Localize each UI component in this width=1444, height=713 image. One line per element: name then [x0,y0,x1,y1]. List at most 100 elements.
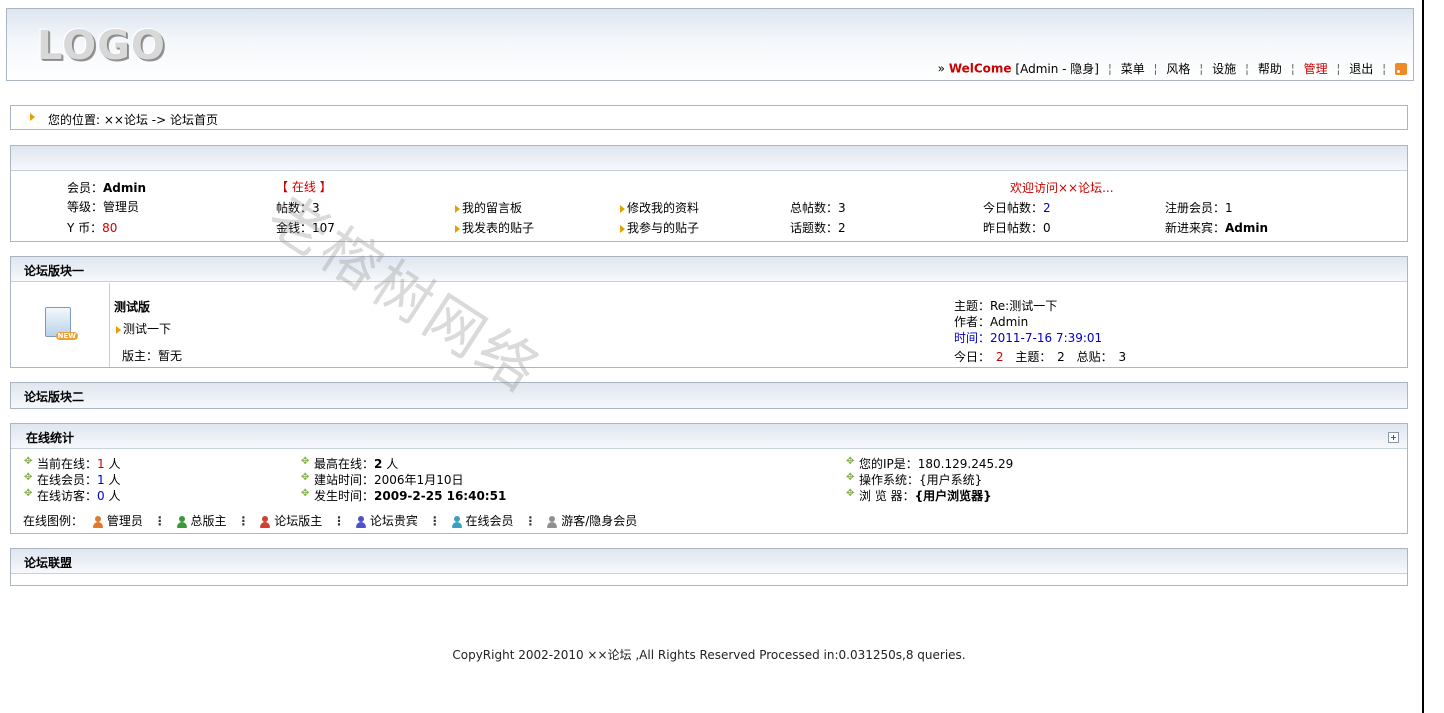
newest-guest-value[interactable]: Admin [1225,221,1268,235]
browser-label: 浏 览 器： [859,489,915,503]
alliance-title: 论坛联盟 [24,556,73,570]
legend-separator: ⋮ [333,514,346,528]
forum-counts-row: 今日： 2 主题： 2 总贴： 3 [954,348,1126,365]
guest-user-icon [547,515,558,528]
triangle-bullet-icon [30,113,35,121]
bullet-icon [24,456,33,469]
edit-profile-link[interactable]: 修改我的资料 [620,199,699,216]
yesterday-posts-value: 0 [1043,221,1051,235]
nav-arrow: » [937,61,945,76]
yesterday-posts-row: 昨日帖数：0 [983,219,1051,236]
forum-desc: 测试一下 [123,322,172,336]
member-label: 会员： [67,181,104,195]
user-ip: 您的IP是：180.129.245.29 [846,455,1014,472]
member-user-icon [451,515,462,528]
os-label: 操作系统： [859,473,920,487]
nav-separator: ¦ [1199,61,1204,76]
my-guestbook-link[interactable]: 我的留言板 [455,199,522,216]
forum-moderator: 版主：暂无 [122,349,183,363]
online-stats-header: 在线统计 [11,424,1407,449]
yesterday-posts-label: 昨日帖数： [983,221,1044,235]
super-moderator-user-icon [176,515,187,528]
triangle-bullet-icon [620,204,625,213]
legend-member: 在线会员 [465,514,514,528]
my-guestbook-label[interactable]: 我的留言板 [462,201,522,215]
reg-members-row: 注册会员：1 [1165,199,1233,216]
forum-block-2-title[interactable]: 论坛版块二 [24,388,84,405]
alliance-header: 论坛联盟 [11,549,1407,574]
nav-logout[interactable]: 退出 [1349,62,1373,76]
footer-copyright: CopyRight 2002-2010 ××论坛 ,All Rights Res… [452,648,966,662]
current-online: 当前在线：1 人 [24,455,121,472]
online-guests: 在线访客：0 人 [24,487,121,504]
nav-help[interactable]: 帮助 [1258,62,1282,76]
forum-block-1-header: 论坛版块一 [11,257,1407,282]
current-online-label: 当前在线： [37,457,98,471]
today-posts-value: 2 [1043,201,1051,215]
vip-user-icon [355,515,366,528]
ycoin-value: 80 [102,221,118,235]
legend-separator: ⋮ [428,514,441,528]
my-participated-link[interactable]: 我参与的贴子 [620,219,699,236]
max-online-label: 最高在线： [314,457,375,471]
last-time-label: 时间： [954,331,991,345]
legend-super-moderator: 总版主 [190,514,227,528]
rss-icon[interactable] [1395,62,1407,75]
posts-label: 帖数： [276,201,313,215]
level-row: 等级：管理员 [67,198,139,215]
site-logo[interactable]: LOGO [37,23,166,69]
unit-label: 人 [386,457,399,471]
max-online-value: 2 [374,457,383,471]
nav-separator: ¦ [1290,61,1295,76]
money-label: 金钱： [276,221,313,235]
current-online-value: 1 [97,457,105,471]
newest-guest-label: 新进来宾： [1165,221,1226,235]
bullet-icon [24,488,33,501]
site-date-label: 建站时间： [314,473,375,487]
topics-value: 2 [1057,350,1065,364]
forum-desc-row: 测试一下 [116,320,171,337]
ip-value: 180.129.245.29 [917,457,1014,471]
forum-icon-cell [11,283,110,367]
online-guests-value: 0 [97,489,105,503]
user-status[interactable]: [Admin - 隐身] [1015,62,1099,76]
user-os: 操作系统：{用户系统} [846,471,982,488]
topics-row: 话题数：2 [790,219,846,236]
site-date-value: 2006年1月10日 [374,473,464,487]
legend-moderator: 论坛版主 [274,514,323,528]
nav-menu[interactable]: 菜单 [1121,62,1145,76]
ycoin-label: Y 币： [67,221,103,235]
my-participated-label[interactable]: 我参与的贴子 [627,221,699,235]
breadcrumb-text[interactable]: 您的位置: ××论坛 -> 论坛首页 [48,111,218,128]
nav-separator: ¦ [1107,61,1112,76]
nav-facilities[interactable]: 设施 [1212,62,1236,76]
total-posts-value: 3 [838,201,846,215]
nav-style[interactable]: 风格 [1166,62,1190,76]
welcome-text: WelCome [948,61,1012,76]
last-topic[interactable]: 主题：Re:测试一下 [954,297,1057,314]
edit-profile-label[interactable]: 修改我的资料 [627,201,699,215]
member-name[interactable]: Admin [103,181,146,195]
today-posts-row: 今日帖数：2 [983,199,1051,216]
expand-plus-icon[interactable] [1388,432,1399,443]
my-posts-link[interactable]: 我发表的贴子 [455,219,534,236]
total-posts-row: 总帖数：3 [790,199,846,216]
nav-separator: ¦ [1336,61,1341,76]
posts-value: 3 [312,201,320,215]
unit-label: 人 [108,489,121,503]
forum-block-1-title[interactable]: 论坛版块一 [24,262,84,279]
legend-vip: 论坛贵宾 [369,514,418,528]
online-legend: 在线图例： 管理员 ⋮ 总版主 ⋮ 论坛版主 ⋮ 论坛贵宾 ⋮ 在线会员 ⋮ 游… [23,512,637,529]
nav-separator: ¦ [1153,61,1158,76]
my-posts-label[interactable]: 我发表的贴子 [462,221,534,235]
forum-name[interactable]: 测试版 [114,298,150,315]
unit-label: 人 [108,473,121,487]
nav-admin[interactable]: 管理 [1304,62,1328,76]
forum-block-2-header: 论坛版块二 [11,383,1407,408]
browser-value: {用户浏览器} [914,489,992,503]
last-author[interactable]: 作者：Admin [954,313,1028,330]
max-online: 最高在线：2 人 [301,455,399,472]
occurred-time: 发生时间：2009-2-25 16:40:51 [301,487,506,504]
online-guests-label: 在线访客： [37,489,98,503]
today-value: 2 [995,350,1004,364]
